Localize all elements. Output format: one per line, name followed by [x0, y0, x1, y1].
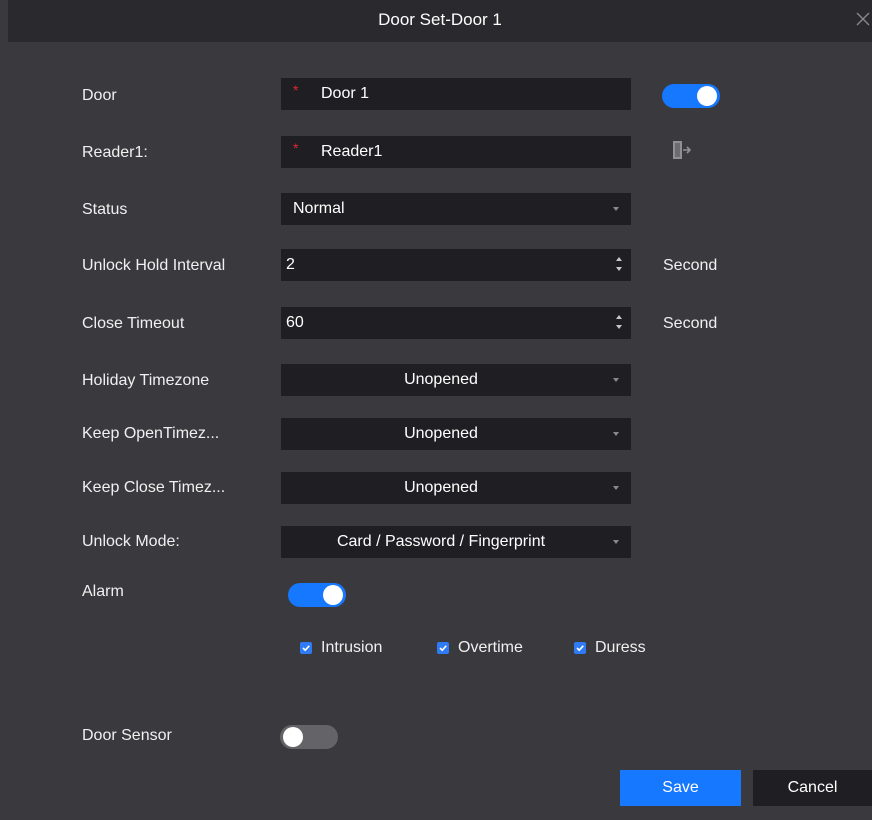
- chevron-down-icon: [613, 207, 619, 211]
- checkbox-checked-icon: [300, 642, 312, 654]
- chevron-down-icon: [613, 378, 619, 382]
- unlock-mode-label: Unlock Mode:: [82, 533, 180, 550]
- door-label: Door: [82, 87, 117, 104]
- reader1-input[interactable]: * Reader1: [281, 136, 631, 168]
- spinner-icon[interactable]: [615, 255, 623, 275]
- door-name-value: Door 1: [321, 85, 370, 102]
- door-name-input[interactable]: * Door 1: [281, 78, 631, 110]
- required-mark: *: [293, 82, 299, 98]
- door-sensor-toggle[interactable]: [280, 725, 338, 749]
- door-sensor-label: Door Sensor: [82, 727, 172, 744]
- keep-close-timezone-value: Unopened: [404, 479, 478, 496]
- checkbox-checked-icon: [437, 642, 449, 654]
- toggle-knob: [283, 727, 303, 747]
- duress-label: Duress: [595, 639, 646, 656]
- unlock-hold-interval-unit: Second: [663, 257, 718, 274]
- keep-close-timezone-select[interactable]: Unopened: [281, 472, 631, 504]
- status-select[interactable]: Normal: [281, 193, 631, 225]
- toggle-knob: [697, 86, 717, 106]
- spinner-icon[interactable]: [615, 313, 623, 333]
- status-value: Normal: [293, 200, 345, 217]
- checkbox-checked-icon: [574, 642, 586, 654]
- holiday-timezone-label: Holiday Timezone: [82, 372, 210, 389]
- save-button[interactable]: Save: [620, 770, 741, 806]
- unlock-mode-value: Card / Password / Fingerprint: [336, 533, 546, 550]
- unlock-mode-select[interactable]: Card / Password / Fingerprint: [281, 526, 631, 558]
- keep-open-timezone-value: Unopened: [404, 425, 478, 442]
- holiday-timezone-value: Unopened: [404, 371, 478, 388]
- intrusion-label: Intrusion: [321, 639, 383, 656]
- intrusion-checkbox[interactable]: Intrusion: [300, 638, 382, 658]
- unlock-hold-interval-value: 2: [286, 256, 295, 273]
- dialog-titlebar: Door Set-Door 1: [8, 0, 872, 42]
- keep-open-timezone-label: Keep OpenTimez...: [82, 425, 220, 442]
- keep-close-timezone-label: Keep Close Timez...: [82, 479, 226, 496]
- overtime-checkbox[interactable]: Overtime: [437, 638, 523, 658]
- door-enable-toggle[interactable]: [662, 84, 720, 108]
- required-mark: *: [293, 140, 299, 156]
- toggle-knob: [323, 585, 343, 605]
- cancel-button[interactable]: Cancel: [753, 770, 872, 806]
- chevron-down-icon: [613, 432, 619, 436]
- door-set-dialog: Door Set-Door 1 Door * Door 1 Reader1: *…: [8, 0, 872, 820]
- alarm-label: Alarm: [82, 583, 124, 600]
- reader1-value: Reader1: [321, 143, 383, 160]
- close-timeout-input[interactable]: 60: [281, 307, 631, 339]
- status-label: Status: [82, 201, 128, 218]
- dialog-title: Door Set-Door 1: [378, 10, 502, 29]
- chevron-down-icon: [613, 486, 619, 490]
- holiday-timezone-select[interactable]: Unopened: [281, 364, 631, 396]
- close-timeout-unit: Second: [663, 315, 718, 332]
- door-exit-icon[interactable]: [670, 139, 692, 161]
- overtime-label: Overtime: [458, 639, 523, 656]
- close-timeout-label: Close Timeout: [82, 315, 185, 332]
- close-timeout-value: 60: [286, 314, 304, 331]
- reader1-label: Reader1:: [82, 144, 148, 161]
- unlock-hold-interval-label: Unlock Hold Interval: [82, 257, 226, 274]
- unlock-hold-interval-input[interactable]: 2: [281, 249, 631, 281]
- chevron-down-icon: [613, 540, 619, 544]
- keep-open-timezone-select[interactable]: Unopened: [281, 418, 631, 450]
- close-icon[interactable]: [854, 10, 872, 28]
- duress-checkbox[interactable]: Duress: [574, 638, 646, 658]
- alarm-toggle[interactable]: [288, 583, 346, 607]
